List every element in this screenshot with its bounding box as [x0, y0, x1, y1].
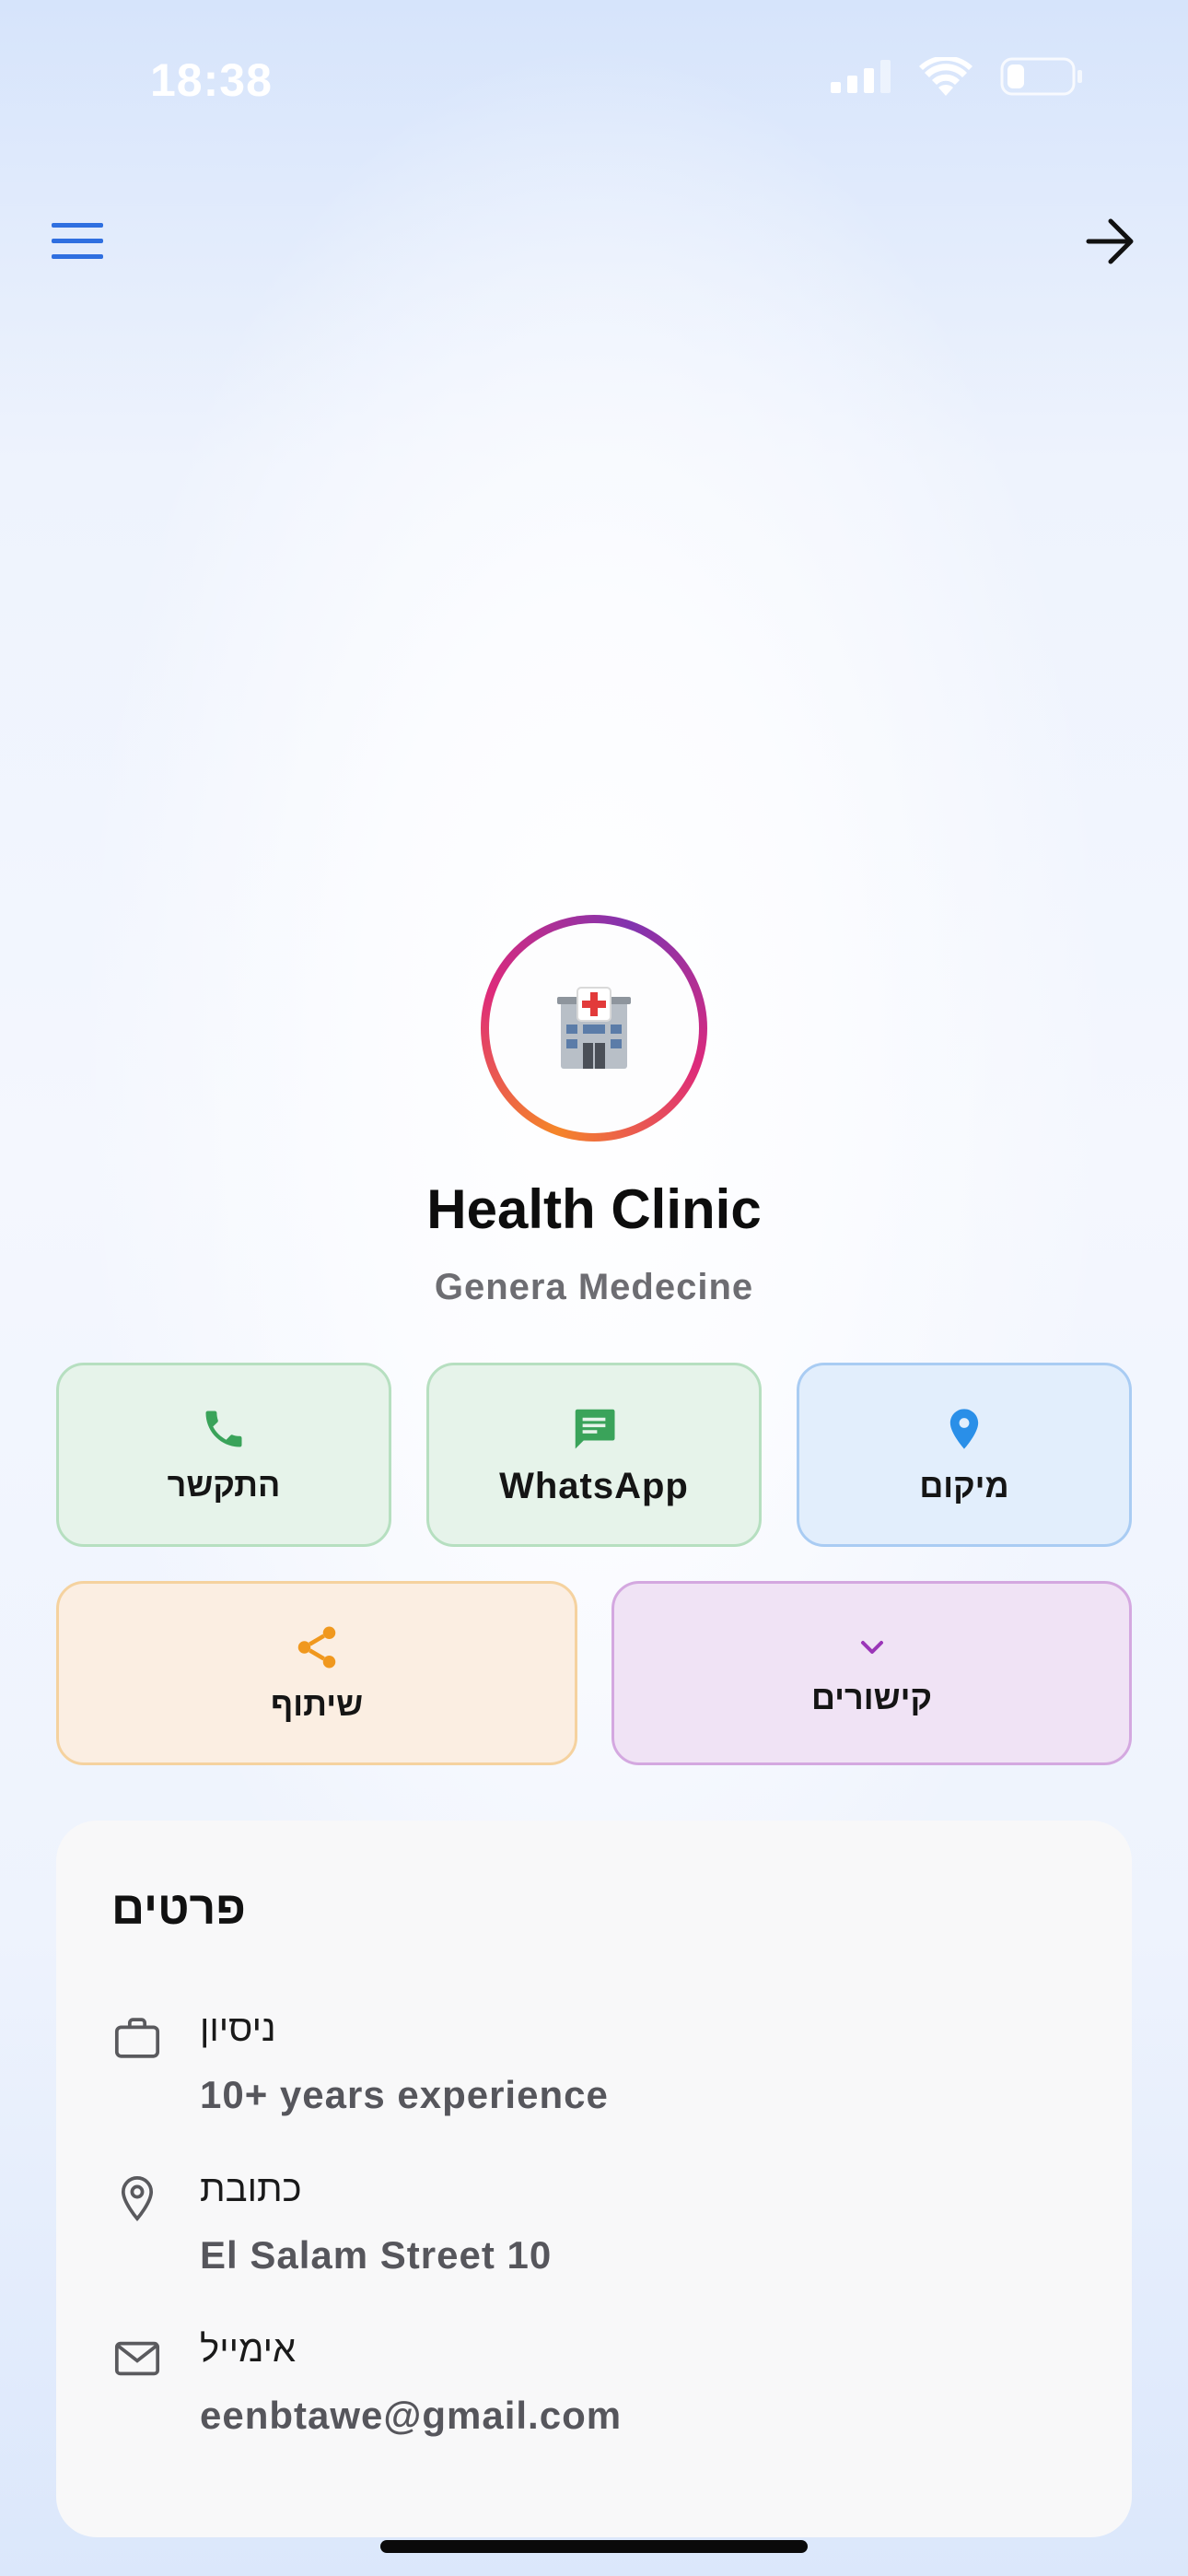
detail-value: 10+ years experience: [200, 2073, 609, 2116]
call-label: התקשר: [167, 1466, 281, 1504]
battery-icon: [1000, 57, 1082, 96]
whatsapp-button[interactable]: WhatsApp: [426, 1363, 762, 1547]
location-button[interactable]: מיקום: [797, 1363, 1132, 1547]
status-time: 18:38: [150, 54, 273, 106]
location-pin-icon: [121, 2175, 154, 2222]
links-label: קישורים: [810, 1679, 933, 1716]
forward-button[interactable]: [1081, 214, 1140, 269]
location-label: מיקום: [919, 1467, 1009, 1505]
whatsapp-label: WhatsApp: [499, 1465, 689, 1506]
wifi-icon: [919, 57, 973, 96]
detail-label: אימייל: [200, 2329, 297, 2370]
details-card: פרטים ניסיון 10+ years experience כתובת …: [56, 1821, 1132, 2537]
links-button[interactable]: קישורים: [611, 1581, 1132, 1765]
share-button[interactable]: שיתוף: [56, 1581, 577, 1765]
chevron-down-icon: [860, 1641, 883, 1654]
hospital-icon: [557, 987, 631, 1069]
call-button[interactable]: התקשר: [56, 1363, 391, 1547]
share-label: שיתוף: [270, 1685, 364, 1723]
avatar-inner: [489, 923, 699, 1133]
status-icons: [831, 57, 1083, 96]
hamburger-menu-icon: [52, 223, 103, 259]
business-name: Health Clinic: [426, 1178, 762, 1240]
cellular-signal-icon: [831, 60, 891, 93]
phone-icon: [205, 1411, 242, 1447]
avatar: [481, 915, 707, 1142]
details-title: פרטים: [111, 1882, 246, 1934]
location-pin-icon: [949, 1409, 979, 1449]
detail-value: eenbtawe@gmail.com: [200, 2394, 623, 2437]
chat-icon: [575, 1409, 615, 1448]
detail-label: כתובת: [200, 2169, 302, 2209]
mail-icon: [114, 2341, 160, 2376]
home-indicator[interactable]: [380, 2540, 808, 2553]
share-icon: [297, 1626, 336, 1669]
menu-button[interactable]: [48, 219, 107, 263]
detail-value: El Salam Street 10: [200, 2233, 553, 2277]
detail-label: ניסיון: [200, 2008, 276, 2049]
business-category: Genera Medecine: [434, 1267, 754, 1307]
arrow-right-icon: [1086, 218, 1134, 264]
briefcase-icon: [114, 2018, 160, 2058]
